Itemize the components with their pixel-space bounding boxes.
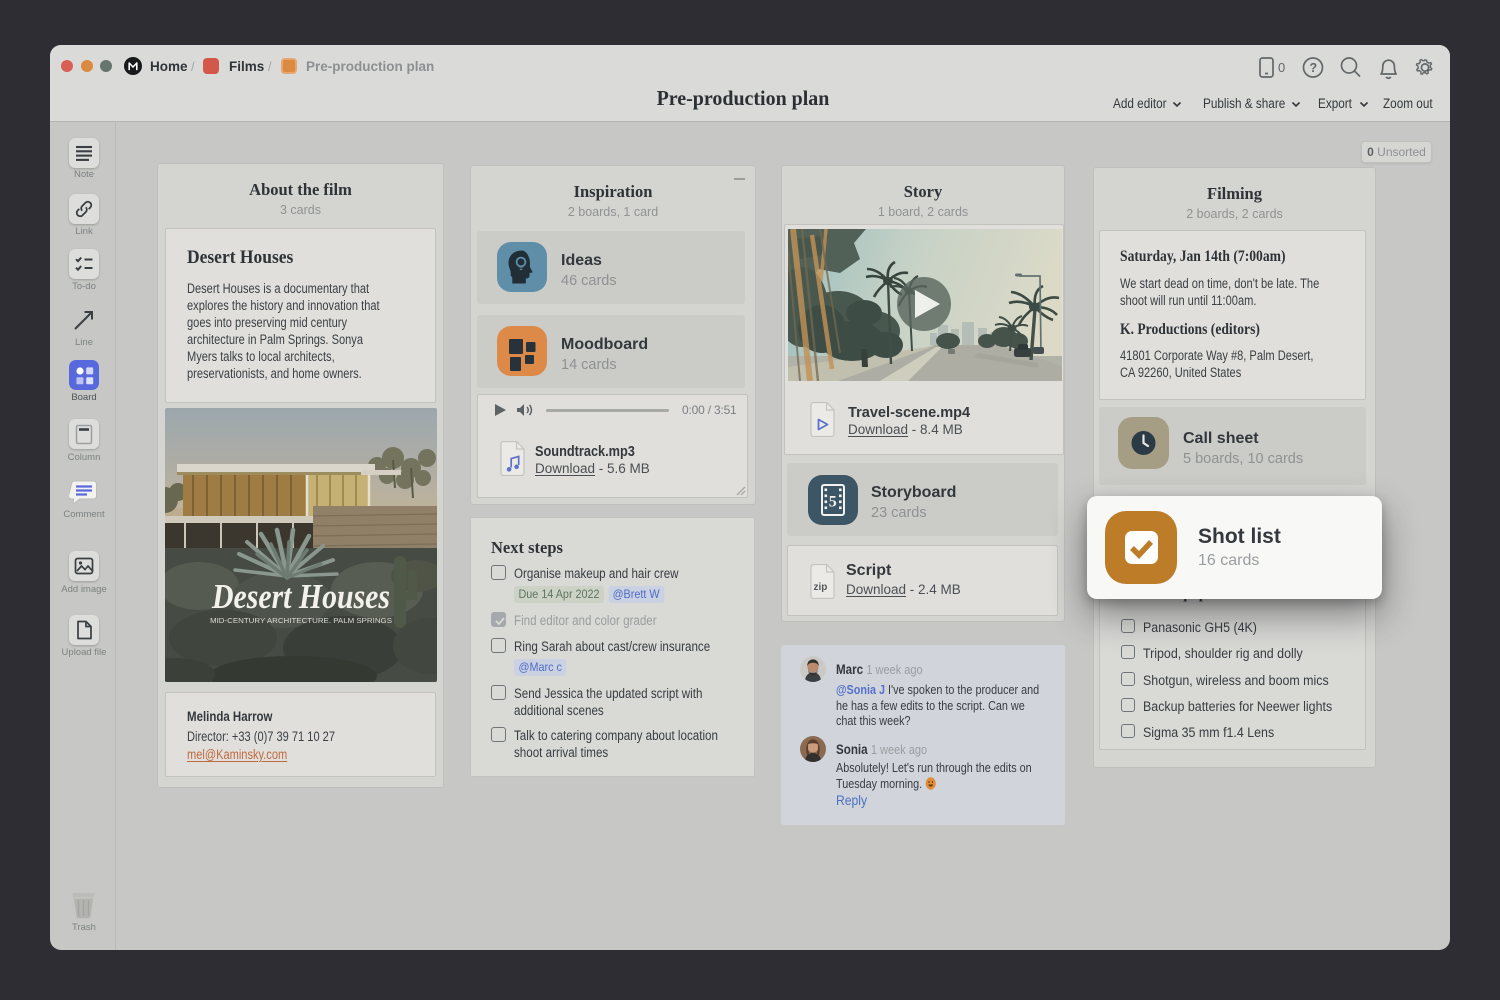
svg-text:zip: zip [814, 582, 828, 593]
svg-text:?: ? [1310, 61, 1318, 75]
svg-text:5: 5 [829, 494, 837, 511]
svg-text:0: 0 [1278, 60, 1285, 75]
svg-text:Desert Houses: Desert Houses [211, 577, 390, 616]
svg-text:MID-CENTURY ARCHITECTURE. PALM: MID-CENTURY ARCHITECTURE. PALM SPRINGS [210, 616, 392, 625]
